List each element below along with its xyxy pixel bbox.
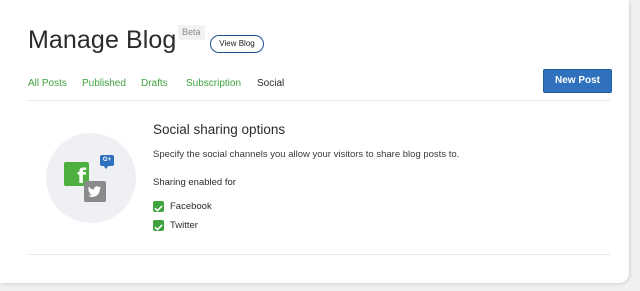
manage-blog-panel: Manage Blog Beta View Blog All Posts Pub…	[0, 0, 629, 283]
social-illustration	[46, 133, 136, 223]
twitter-icon	[84, 181, 106, 202]
bottom-divider	[28, 254, 610, 255]
twitter-label: Twitter	[170, 220, 198, 231]
tab-drafts[interactable]: Drafts	[141, 78, 168, 89]
tab-published[interactable]: Published	[82, 78, 126, 89]
facebook-label: Facebook	[170, 201, 212, 212]
tab-subscription[interactable]: Subscription	[186, 78, 241, 89]
checkmark-icon	[154, 224, 163, 231]
tabs-divider	[28, 100, 610, 101]
view-blog-button[interactable]: View Blog	[210, 35, 264, 53]
checkmark-icon	[154, 205, 163, 212]
section-description: Specify the social channels you allow yo…	[153, 149, 460, 160]
facebook-checkbox[interactable]	[153, 201, 164, 212]
new-post-button[interactable]: New Post	[543, 69, 612, 93]
tab-social[interactable]: Social	[257, 78, 284, 89]
section-title: Social sharing options	[153, 122, 286, 137]
beta-badge: Beta	[178, 25, 205, 40]
sharing-enabled-label: Sharing enabled for	[153, 177, 236, 188]
google-plus-glyph: G+	[102, 157, 112, 163]
page-title: Manage Blog	[28, 26, 177, 54]
twitter-checkbox[interactable]	[153, 220, 164, 231]
tab-all-posts[interactable]: All Posts	[28, 78, 67, 89]
